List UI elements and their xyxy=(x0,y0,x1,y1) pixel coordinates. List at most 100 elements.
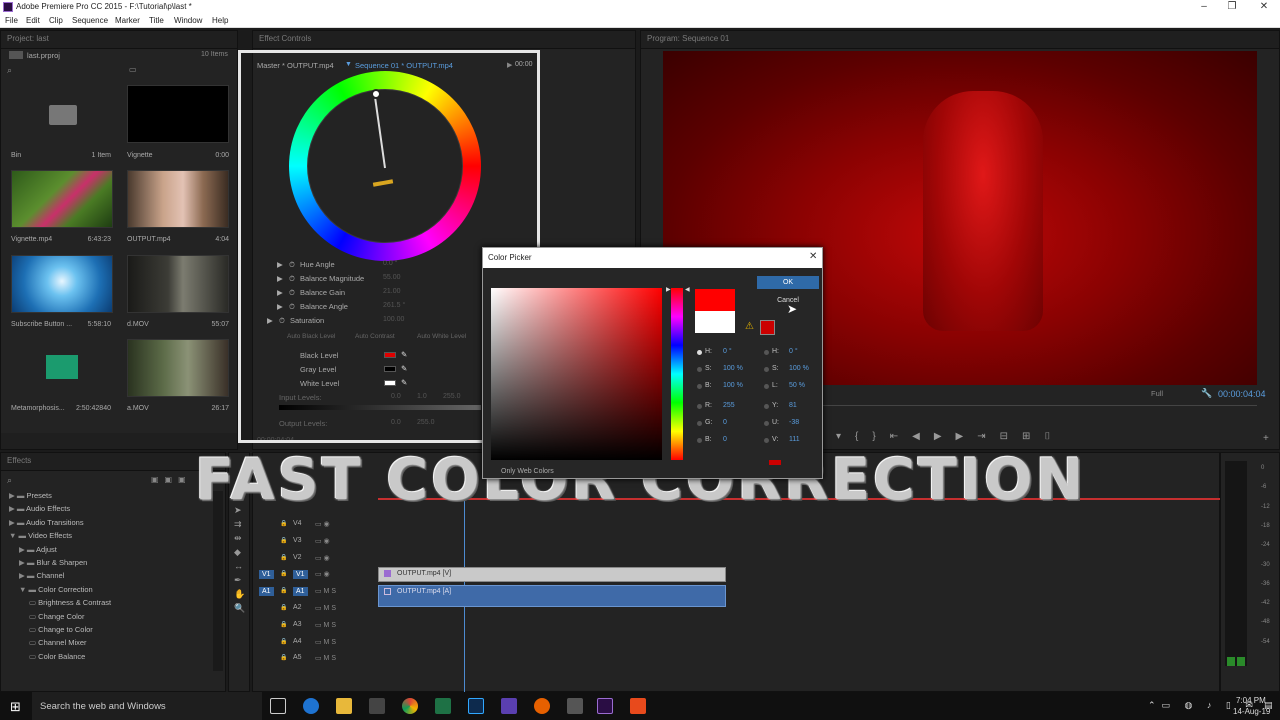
menu-window[interactable]: Window xyxy=(174,16,202,25)
effects-tree-item[interactable]: ▭ Change Color xyxy=(29,612,84,621)
color-field-input[interactable]: 0 ° xyxy=(723,348,732,355)
gamut-color-swatch[interactable] xyxy=(760,320,775,335)
menu-marker[interactable]: Marker xyxy=(115,16,140,25)
source-patch-v1[interactable]: V1 xyxy=(259,570,274,580)
menu-sequence[interactable]: Sequence xyxy=(72,16,108,25)
step-back-icon[interactable]: ◀ xyxy=(912,431,934,442)
radio-button[interactable] xyxy=(764,438,769,443)
windows-start-icon[interactable]: ⊞ xyxy=(10,699,21,715)
effects-tree-item[interactable]: ▶ ▬ Channel xyxy=(19,571,64,580)
a-mov-thumbnail[interactable] xyxy=(127,339,229,397)
chrome-icon[interactable] xyxy=(402,698,418,714)
vignette-thumbnail[interactable] xyxy=(127,85,229,143)
slip-tool-icon[interactable]: ↔ xyxy=(234,559,245,573)
color-field-input[interactable]: 81 xyxy=(789,402,797,409)
zoom-tool-icon[interactable]: 🔍 xyxy=(234,601,245,615)
pen-tool-icon[interactable]: ✒ xyxy=(234,573,245,587)
go-to-in-icon[interactable]: ⇤ xyxy=(890,431,912,442)
bin-thumbnail[interactable] xyxy=(11,85,113,143)
effects-tree-item[interactable]: ▶ ▬ Audio Transitions xyxy=(9,518,84,527)
radio-button[interactable] xyxy=(697,438,702,443)
color-field-input[interactable]: 100 % xyxy=(723,365,743,372)
store-icon[interactable] xyxy=(369,698,385,714)
lock-icon[interactable]: 🔒 xyxy=(280,537,287,544)
lock-icon[interactable]: 🔒 xyxy=(280,638,287,645)
zoom-select[interactable]: Full xyxy=(1151,389,1163,398)
minimize-icon[interactable]: – xyxy=(1190,0,1218,14)
mute-solo-icons[interactable]: ▭ M S xyxy=(315,654,336,662)
search-icon[interactable]: ⌕ xyxy=(7,475,12,486)
radio-button[interactable] xyxy=(697,404,702,409)
effects-scrollbar[interactable] xyxy=(213,491,223,671)
camtasia-icon[interactable] xyxy=(630,698,646,714)
mute-solo-icons[interactable]: ▭ M S xyxy=(315,621,336,629)
mute-solo-icons[interactable]: ▭ M S xyxy=(315,638,336,646)
firefox-icon[interactable] xyxy=(534,698,550,714)
radio-button[interactable] xyxy=(697,384,702,389)
go-to-out-icon[interactable]: ⇥ xyxy=(977,431,999,442)
menu-title[interactable]: Title xyxy=(149,16,164,25)
excel-icon[interactable] xyxy=(435,698,451,714)
lock-icon[interactable]: 🔒 xyxy=(280,587,287,594)
lock-icon[interactable]: 🔒 xyxy=(280,520,287,527)
color-field-input[interactable]: 50 % xyxy=(789,382,805,389)
file-explorer-icon[interactable] xyxy=(336,698,352,714)
timeline-track-header[interactable]: 🔒 V2 ▭ ◉ xyxy=(253,551,373,568)
effect-filter-icons[interactable]: ▣▣▣ xyxy=(151,475,192,484)
effects-tree-item[interactable]: ▶ ▬ Presets xyxy=(9,491,52,500)
effects-tree-item[interactable]: ▭ Channel Mixer xyxy=(29,638,87,647)
hue-slider-handle-icon[interactable]: ▶ xyxy=(666,286,671,293)
metamorphosis-thumbnail[interactable] xyxy=(11,339,113,397)
radio-button[interactable] xyxy=(697,421,702,426)
effects-tree-item[interactable]: ▼ ▬ Video Effects xyxy=(9,531,72,540)
timeline-track-header[interactable]: 🔒 A3 ▭ M S xyxy=(253,618,373,635)
hue-slider[interactable] xyxy=(671,288,683,460)
play-icon[interactable]: ▶ xyxy=(934,431,956,442)
effects-tree-item[interactable]: ▶ ▬ Audio Effects xyxy=(9,504,70,513)
restore-icon[interactable]: ❐ xyxy=(1218,0,1246,14)
timeline-track-header[interactable]: A1 🔒 A1 ▭ M S xyxy=(253,584,373,601)
timeline-track-header[interactable]: V1 🔒 V1 ▭ ◉ xyxy=(253,567,373,584)
lock-icon[interactable]: 🔒 xyxy=(280,604,287,611)
close-icon[interactable]: ✕ xyxy=(1250,0,1278,14)
effects-tree-item[interactable]: ▼ ▬ Color Correction xyxy=(19,585,93,594)
toggle-output-icon[interactable]: ▭ ◉ xyxy=(315,554,330,562)
project-tab[interactable]: Project: last xyxy=(1,31,237,49)
lock-icon[interactable]: 🔒 xyxy=(280,570,287,577)
toggle-output-icon[interactable]: ▭ ◉ xyxy=(315,520,330,528)
source-patch-a1[interactable]: A1 xyxy=(259,587,274,597)
menu-file[interactable]: File xyxy=(5,16,18,25)
mark-out-icon[interactable]: } xyxy=(872,431,889,442)
radio-button[interactable] xyxy=(697,367,702,372)
color-field-input[interactable]: 0 xyxy=(723,436,727,443)
effects-tree-item[interactable]: ▶ ▬ Blur & Sharpen xyxy=(19,558,87,567)
search-box[interactable]: Search the web and Windows xyxy=(32,692,262,720)
effects-tree-item[interactable]: ▭ Color Balance xyxy=(29,652,85,661)
output-mp4-thumbnail[interactable] xyxy=(127,170,229,228)
action-center-icon[interactable]: ▤ xyxy=(1264,700,1273,711)
saturation-brightness-field[interactable] xyxy=(491,288,662,460)
radio-button[interactable] xyxy=(764,421,769,426)
vignette-mp4-thumbnail[interactable] xyxy=(11,170,113,228)
color-field-input[interactable]: 111 xyxy=(789,436,800,443)
color-field-input[interactable]: -38 xyxy=(789,419,799,426)
effect-controls-tab[interactable]: Effect Controls xyxy=(253,31,635,49)
color-field-input[interactable]: 255 xyxy=(723,402,735,409)
track-select-tool-icon[interactable]: ⇉ xyxy=(234,517,245,531)
menu-help[interactable]: Help xyxy=(212,16,228,25)
add-button-icon[interactable]: + xyxy=(1263,433,1269,444)
hue-slider-handle-icon[interactable]: ◀ xyxy=(685,286,690,293)
radio-button[interactable] xyxy=(697,350,702,355)
menu-clip[interactable]: Clip xyxy=(49,16,63,25)
radio-button[interactable] xyxy=(764,404,769,409)
lock-icon[interactable]: 🔒 xyxy=(280,621,287,628)
search-icon[interactable]: ⌕ xyxy=(7,65,12,76)
lift-icon[interactable]: ⊟ xyxy=(1000,431,1022,442)
clock-time[interactable]: 7:04 PM xyxy=(1236,696,1266,705)
media-player-icon[interactable] xyxy=(501,698,517,714)
step-forward-icon[interactable]: ▶ xyxy=(956,431,978,442)
toggle-output-icon[interactable]: ▭ ◉ xyxy=(315,570,330,578)
ripple-edit-tool-icon[interactable]: ⇹ xyxy=(234,531,245,545)
color-field-input[interactable]: 0 xyxy=(723,419,727,426)
extract-icon[interactable]: ⊞ xyxy=(1022,431,1044,442)
